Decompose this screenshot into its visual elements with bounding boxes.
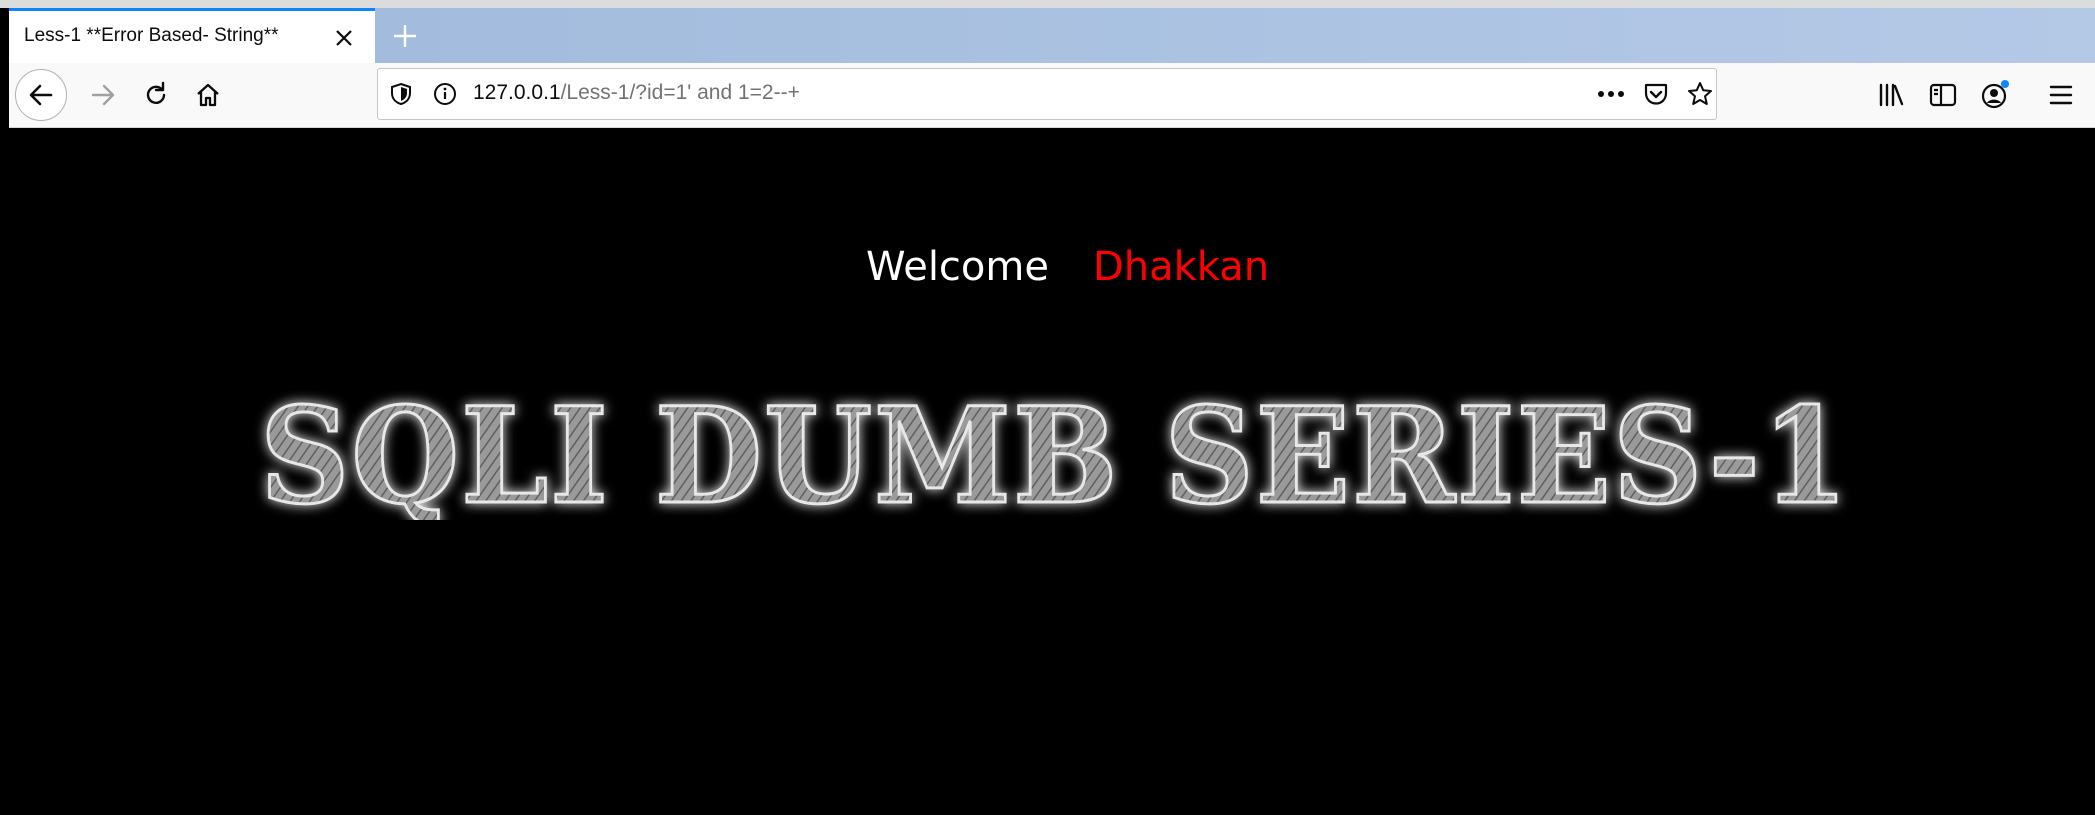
banner-text: SQLI DUMB SERIES-1 — [260, 390, 1850, 520]
tab-bar: Less-1 **Error Based- String** — [9, 8, 2095, 63]
home-icon[interactable] — [186, 73, 230, 117]
tab-title: Less-1 **Error Based- String** — [24, 25, 279, 46]
navigation-toolbar: 127.0.0.1/Less-1/?id=1' and 1=2--+ — [9, 63, 2095, 128]
close-icon[interactable] — [329, 23, 359, 53]
url-bar[interactable]: 127.0.0.1/Less-1/?id=1' and 1=2--+ — [377, 68, 1717, 120]
sqli-dumb-series-banner: SQLI DUMB SERIES-1 — [259, 390, 1850, 520]
info-icon[interactable] — [430, 79, 460, 109]
welcome-message: Welcome Dhakkan — [866, 244, 1269, 290]
account-icon[interactable] — [1973, 73, 2017, 117]
url-host: 127.0.0.1 — [473, 81, 561, 104]
more-dots-icon[interactable] — [1596, 79, 1626, 109]
reload-icon[interactable] — [134, 73, 178, 117]
plus-icon[interactable] — [387, 18, 423, 54]
sidebar-icon[interactable] — [1921, 73, 1965, 117]
forward-arrow-icon[interactable] — [81, 73, 125, 117]
hamburger-menu-icon[interactable] — [2039, 73, 2083, 117]
pocket-icon[interactable] — [1641, 79, 1671, 109]
tracking-shield-icon[interactable] — [386, 79, 416, 109]
welcome-name: Dhakkan — [1092, 244, 1270, 290]
tab-active[interactable]: Less-1 **Error Based- String** — [9, 8, 375, 63]
back-arrow-icon[interactable] — [15, 69, 67, 121]
url-path: /Less-1/?id=1' and 1=2--+ — [560, 81, 800, 104]
library-icon[interactable] — [1869, 73, 1913, 117]
window-top-strip — [0, 0, 2095, 8]
notification-dot — [2001, 80, 2009, 88]
url-text[interactable]: 127.0.0.1/Less-1/?id=1' and 1=2--+ — [473, 81, 800, 105]
star-icon[interactable] — [1685, 79, 1715, 109]
welcome-label: Welcome — [866, 244, 1049, 290]
page-content: Welcome Dhakkan SQLI DUMB SERIES-1 — [0, 128, 2095, 815]
